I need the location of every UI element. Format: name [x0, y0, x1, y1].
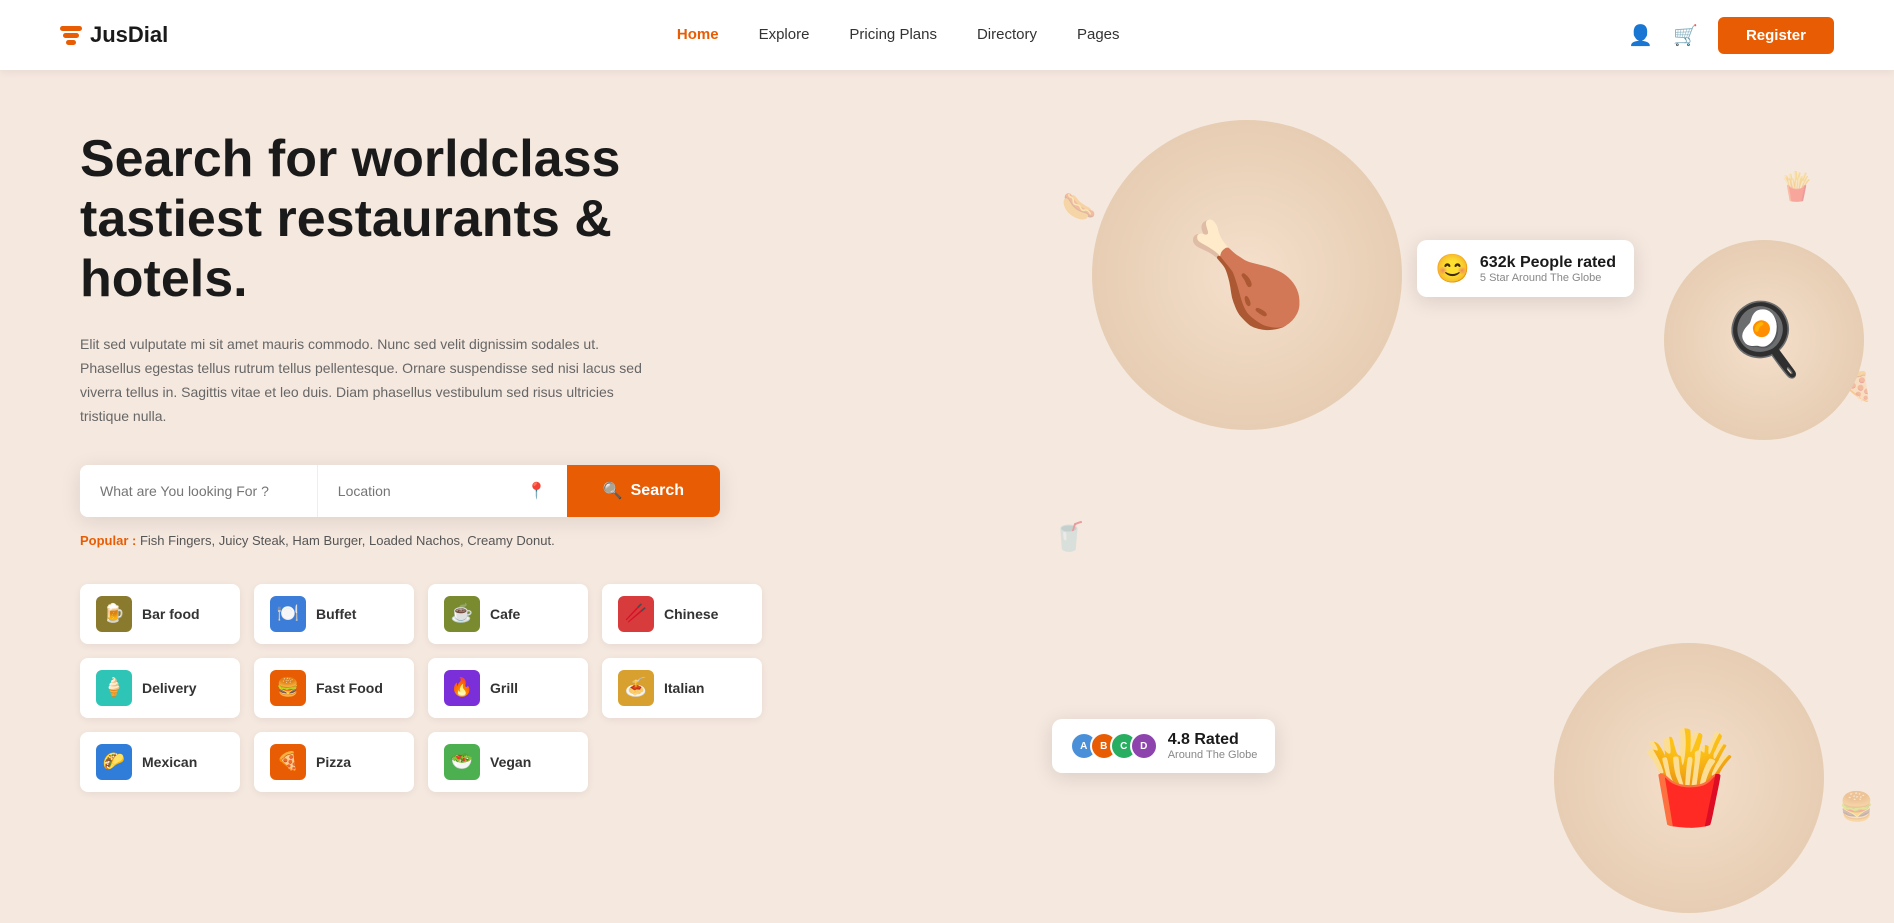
category-icon-2: ☕	[444, 596, 480, 632]
nav-item-home[interactable]: Home	[677, 26, 719, 44]
category-item-buffet[interactable]: 🍽️ Buffet	[254, 584, 414, 644]
category-label-6: Grill	[490, 680, 518, 696]
search-button[interactable]: 🔍 Search	[567, 465, 720, 517]
category-item-vegan[interactable]: 🥗 Vegan	[428, 732, 588, 792]
nav-actions: 👤 🛒 Register	[1628, 17, 1834, 54]
nav-link-directory[interactable]: Directory	[977, 26, 1037, 43]
category-item-cafe[interactable]: ☕ Cafe	[428, 584, 588, 644]
search-location-wrapper: 📍	[318, 465, 567, 517]
badge-top-sub: 5 Star Around The Globe	[1480, 272, 1616, 284]
nav-link-pages[interactable]: Pages	[1077, 26, 1120, 43]
search-what-input[interactable]	[80, 465, 318, 517]
popular-text: Popular : Fish Fingers, Juicy Steak, Ham…	[80, 533, 982, 548]
badge-emoji-icon: 😊	[1435, 252, 1470, 285]
food-image-2: 🍳	[1720, 299, 1807, 381]
deco-fries-icon: 🍟	[1779, 170, 1814, 203]
badge-top-content: 632k People rated 5 Star Around The Glob…	[1480, 254, 1616, 284]
category-icon-0: 🍺	[96, 596, 132, 632]
category-icon-6: 🔥	[444, 670, 480, 706]
badge-avatars: A B C D	[1070, 732, 1158, 760]
category-item-grill[interactable]: 🔥 Grill	[428, 658, 588, 718]
category-item-italian[interactable]: 🍝 Italian	[602, 658, 762, 718]
category-icon-4: 🍦	[96, 670, 132, 706]
food-image-3: 🍟	[1633, 726, 1745, 831]
nav-link-pricing[interactable]: Pricing Plans	[849, 26, 937, 43]
nav-item-pricing[interactable]: Pricing Plans	[849, 26, 937, 44]
logo-icon	[60, 26, 82, 45]
badge-bottom-sub: Around The Globe	[1168, 749, 1258, 761]
deco-drink-icon: 🥤	[1052, 520, 1087, 553]
cart-icon[interactable]: 🛒	[1673, 23, 1698, 48]
search-location-input[interactable]	[338, 483, 519, 499]
deco-burger-icon: 🍔	[1839, 790, 1874, 823]
category-icon-8: 🌮	[96, 744, 132, 780]
navbar: JusDial Home Explore Pricing Plans Direc…	[0, 0, 1894, 70]
hero-left: Search for worldclass tastiest restauran…	[0, 70, 1042, 923]
search-button-label: Search	[631, 482, 684, 500]
logo-text: JusDial	[90, 22, 168, 48]
hero-title: Search for worldclass tastiest restauran…	[80, 130, 680, 309]
badge-top-main: 632k People rated	[1480, 254, 1616, 272]
category-label-7: Italian	[664, 680, 704, 696]
user-icon[interactable]: 👤	[1628, 23, 1653, 48]
location-pin-icon: 📍	[527, 481, 547, 501]
category-item-bar-food[interactable]: 🍺 Bar food	[80, 584, 240, 644]
hero-right: 🌭 🍟 🍕 🥤 🍔 🍗 🍳 🍟 😊 632k People rated 5 St…	[1042, 70, 1894, 923]
category-icon-1: 🍽️	[270, 596, 306, 632]
category-icon-3: 🥢	[618, 596, 654, 632]
badge-bottom-content: 4.8 Rated Around The Globe	[1168, 731, 1258, 761]
category-label-2: Cafe	[490, 606, 520, 622]
nav-item-directory[interactable]: Directory	[977, 26, 1037, 44]
badge-bottom-main: 4.8 Rated	[1168, 731, 1258, 749]
popular-label: Popular :	[80, 533, 136, 548]
category-item-chinese[interactable]: 🥢 Chinese	[602, 584, 762, 644]
register-button[interactable]: Register	[1718, 17, 1834, 54]
category-item-pizza[interactable]: 🍕 Pizza	[254, 732, 414, 792]
nav-item-explore[interactable]: Explore	[759, 26, 810, 44]
plate-bottom: 🍟	[1554, 643, 1824, 913]
category-label-3: Chinese	[664, 606, 718, 622]
category-label-8: Mexican	[142, 754, 197, 770]
category-item-mexican[interactable]: 🌮 Mexican	[80, 732, 240, 792]
plate-side: 🍳	[1664, 240, 1864, 440]
category-icon-10: 🥗	[444, 744, 480, 780]
avatar-4: D	[1130, 732, 1158, 760]
category-label-5: Fast Food	[316, 680, 383, 696]
category-label-4: Delivery	[142, 680, 196, 696]
nav-link-home[interactable]: Home	[677, 26, 719, 43]
popular-items: Fish Fingers, Juicy Steak, Ham Burger, L…	[140, 533, 555, 548]
deco-hotdog-icon: 🌭	[1062, 190, 1097, 223]
search-icon: 🔍	[603, 481, 623, 501]
category-label-1: Buffet	[316, 606, 356, 622]
categories-grid: 🍺 Bar food 🍽️ Buffet ☕ Cafe 🥢 Chinese 🍦 Delivery 🍔…	[80, 584, 760, 792]
rating-badge-bottom: A B C D 4.8 Rated Around The Globe	[1052, 719, 1276, 773]
nav-links: Home Explore Pricing Plans Directory Pag…	[677, 26, 1120, 44]
logo[interactable]: JusDial	[60, 22, 168, 48]
category-icon-5: 🍔	[270, 670, 306, 706]
hero-section: Search for worldclass tastiest restauran…	[0, 70, 1894, 923]
category-label-10: Vegan	[490, 754, 531, 770]
category-icon-7: 🍝	[618, 670, 654, 706]
search-bar: 📍 🔍 Search	[80, 465, 720, 517]
category-label-0: Bar food	[142, 606, 200, 622]
category-item-delivery[interactable]: 🍦 Delivery	[80, 658, 240, 718]
category-icon-9: 🍕	[270, 744, 306, 780]
nav-item-pages[interactable]: Pages	[1077, 26, 1120, 44]
category-item-fast-food[interactable]: 🍔 Fast Food	[254, 658, 414, 718]
hero-description: Elit sed vulputate mi sit amet mauris co…	[80, 333, 660, 428]
nav-link-explore[interactable]: Explore	[759, 26, 810, 43]
category-label-9: Pizza	[316, 754, 351, 770]
plate-main: 🍗	[1092, 120, 1402, 430]
rating-badge-top: 😊 632k People rated 5 Star Around The Gl…	[1417, 240, 1634, 297]
food-image-1: 🍗	[1184, 217, 1309, 334]
